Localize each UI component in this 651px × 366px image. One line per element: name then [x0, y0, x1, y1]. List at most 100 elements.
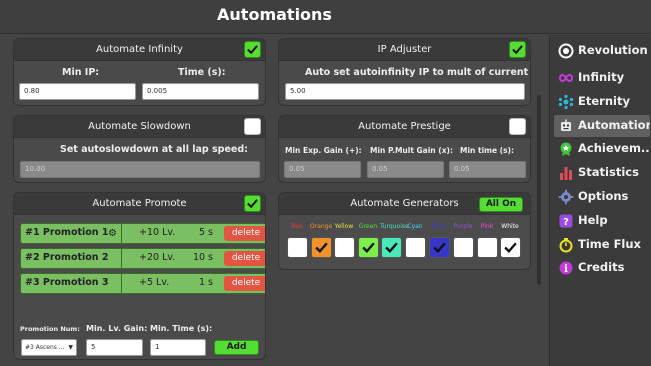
scrollbar[interactable] [537, 95, 541, 285]
promotion-num-select[interactable]: #3 Ascens ... ▼ [21, 339, 77, 356]
sidebar-item-label: Options [578, 189, 629, 203]
promotion-level: +20 Lv. [139, 252, 176, 263]
sidebar-item-options[interactable]: Options [554, 186, 650, 208]
sidebar-item-label: Statistics [578, 165, 639, 179]
time-input[interactable]: 0.005 [142, 83, 259, 100]
sidebar-item-automations[interactable]: Automations [554, 115, 650, 137]
sidebar-item-label: Time Flux [578, 237, 641, 251]
help-icon: ? [559, 214, 573, 228]
sidebar-item-help[interactable]: ? Help [554, 210, 650, 232]
min-exp-gain-input[interactable]: 0.05 [284, 161, 361, 178]
check-icon [247, 45, 258, 55]
divider [121, 249, 122, 268]
generator-label-purple: Purple [453, 223, 473, 230]
generator-label-orange: Orange [310, 223, 333, 230]
generator-checkbox-turquoise[interactable] [381, 237, 402, 258]
delete-button[interactable]: delete [224, 226, 265, 241]
panel-header: Automate Infinity [14, 39, 265, 61]
sidebar-item-label: Help [578, 213, 608, 227]
min-time-input[interactable]: 0.05 [449, 161, 526, 178]
sidebar-item-revolution[interactable]: Revolution [554, 40, 650, 62]
generator-checkbox-green[interactable] [358, 237, 379, 258]
min-ip-label: Min IP: [62, 67, 100, 78]
generator-label-yellow: Yellow [334, 223, 354, 230]
divider [121, 224, 122, 243]
min-pmult-gain-label: Min P.Mult Gain (x): [370, 146, 453, 155]
promotion-row[interactable]: #1 Promotion 1 ⚙ +10 Lv. 5 s delete [20, 223, 265, 244]
promotion-level: +5 Lv. [139, 277, 170, 288]
sidebar-item-label: Achievem... [578, 141, 650, 155]
ip-adjuster-checkbox[interactable] [509, 41, 526, 58]
panel-title: Automate Prestige [358, 121, 451, 132]
panel-title: Automate Infinity [96, 44, 183, 55]
check-icon [362, 242, 375, 253]
promotion-name: #3 Promotion 3 [25, 277, 109, 288]
automate-prestige-panel: Automate Prestige Min Exp. Gain (+): Min… [278, 115, 531, 183]
panel-header: Automate Promote [14, 193, 265, 215]
generator-label-green: Green [358, 223, 378, 230]
generator-label-blue: Blue [432, 223, 446, 230]
min-lv-gain-input[interactable]: 5 [86, 339, 143, 356]
promotion-num-label: Promotion Num: [20, 325, 80, 333]
add-button[interactable]: Add [214, 340, 259, 355]
sidebar-item-achievements[interactable]: Achievem... [554, 138, 650, 160]
delete-button[interactable]: delete [224, 251, 265, 266]
delete-button[interactable]: delete [224, 276, 265, 291]
generator-checkbox-orange[interactable] [311, 237, 332, 258]
promotion-seconds: 1 s [198, 277, 213, 288]
slowdown-input[interactable]: 10.00 [20, 161, 260, 178]
slowdown-desc: Set autoslowdown at all lap speed: [60, 144, 248, 155]
automate-promote-panel: Automate Promote #1 Promotion 1 ⚙ +10 Lv… [13, 192, 266, 360]
panel-title: Automate Promote [92, 198, 187, 209]
min-lv-gain-label: Min. Lv. Gain: [86, 324, 148, 333]
revolution-icon [558, 43, 574, 59]
time-flux-icon [559, 238, 573, 253]
min-time-input[interactable]: 1 [150, 339, 206, 356]
ip-multiplier-input[interactable]: 5.00 [285, 83, 525, 100]
sidebar-item-time-flux[interactable]: Time Flux [554, 234, 650, 256]
generator-label-cyan: Cyan [407, 223, 423, 230]
promotion-row[interactable]: #2 Promotion 2 +20 Lv. 10 s delete [20, 248, 265, 269]
generator-checkbox-cyan[interactable] [405, 237, 426, 258]
sidebar-item-label: Eternity [578, 94, 630, 108]
ip-adjuster-desc: Auto set autoinfinity IP to mult of curr… [305, 67, 531, 78]
panel-header: IP Adjuster [279, 39, 530, 61]
check-icon [512, 45, 523, 55]
panel-title: Automate Slowdown [88, 121, 191, 132]
generator-checkbox-purple[interactable] [453, 237, 474, 258]
promotion-seconds: 10 s [192, 252, 213, 263]
generator-checkbox-white[interactable] [500, 237, 521, 258]
sidebar-item-statistics[interactable]: Statistics [554, 162, 650, 184]
check-icon [247, 199, 258, 209]
page-title: Automations [217, 5, 332, 24]
promotion-row[interactable]: #3 Promotion 3 +5 Lv. 1 s delete [20, 273, 265, 294]
automate-infinity-checkbox[interactable] [244, 41, 261, 58]
svg-text:i: i [564, 264, 568, 275]
sidebar-item-label: Infinity [578, 70, 625, 84]
generator-checkbox-red[interactable] [287, 237, 308, 258]
header-bar: Automations [0, 0, 651, 34]
sidebar-item-credits[interactable]: i Credits [554, 257, 650, 279]
generator-checkbox-yellow[interactable] [334, 237, 355, 258]
min-pmult-gain-input[interactable]: 0.05 [367, 161, 444, 178]
automate-promote-checkbox[interactable] [244, 195, 261, 212]
gear-icon[interactable]: ⚙ [108, 228, 117, 240]
min-ip-input[interactable]: 0.80 [19, 83, 136, 100]
generator-checkbox-pink[interactable] [477, 237, 498, 258]
panel-title: IP Adjuster [377, 44, 432, 55]
promotion-name: #2 Promotion 2 [25, 252, 109, 263]
automate-slowdown-checkbox[interactable] [244, 118, 261, 135]
min-exp-gain-label: Min Exp. Gain (+): [285, 146, 362, 155]
all-on-button[interactable]: All On [479, 197, 523, 212]
sidebar-item-label: Automations [578, 118, 650, 132]
gear-icon [558, 189, 574, 205]
sidebar-item-infinity[interactable]: Infinity [554, 67, 650, 89]
check-icon [315, 242, 328, 253]
sidebar-item-label: Credits [578, 260, 625, 274]
sidebar: Revolution Infinity Eternity Automations… [549, 35, 651, 366]
sidebar-item-eternity[interactable]: Eternity [554, 91, 650, 113]
generator-checkbox-blue[interactable] [429, 237, 450, 258]
automate-prestige-checkbox[interactable] [509, 118, 526, 135]
svg-text:?: ? [563, 217, 569, 228]
generator-label-turquoise: Turquoise [380, 223, 409, 230]
